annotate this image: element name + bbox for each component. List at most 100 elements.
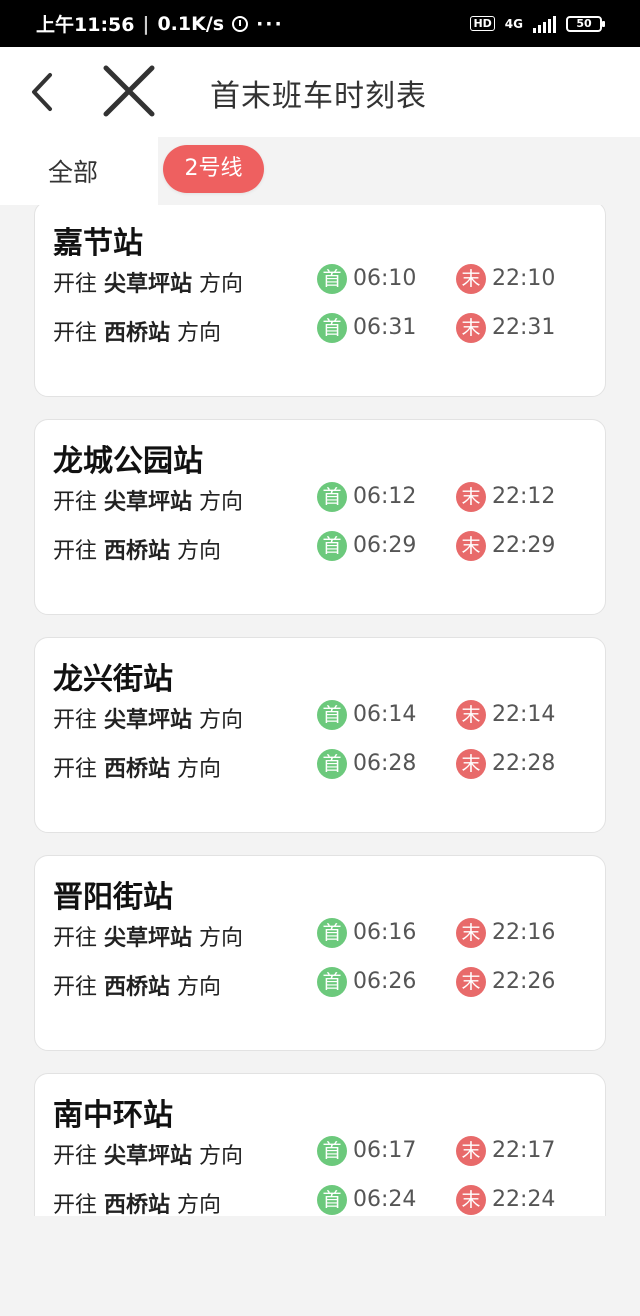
toward-label: 开往 — [53, 539, 98, 564]
direction-label: 方向 — [199, 1144, 244, 1169]
first-train-time: 06:28 — [353, 751, 417, 776]
destination-name: 尖草坪站 — [104, 926, 193, 951]
direction-text: 开往 尖草坪站 方向 — [53, 702, 243, 734]
first-train-time: 06:10 — [353, 266, 417, 291]
last-train-time: 22:10 — [492, 266, 556, 291]
toward-label: 开往 — [53, 757, 98, 782]
first-train-badge: 首 — [317, 531, 347, 561]
toward-label: 开往 — [53, 272, 98, 297]
first-train-time: 06:17 — [353, 1138, 417, 1163]
direction-row: 开往 尖草坪站 方向 首 06:17 末 22:17 — [53, 1136, 593, 1170]
last-train-badge: 末 — [456, 264, 486, 294]
close-icon[interactable] — [100, 62, 158, 120]
station-name: 晋阳街站 — [53, 880, 173, 915]
station-card: 晋阳街站 开往 尖草坪站 方向首 06:16 末 22:16 开往 西桥站 方向首 06:2… — [34, 855, 606, 1051]
more-dots: ··· — [256, 12, 284, 35]
alarm-icon — [232, 15, 249, 32]
direction-text: 开往 尖草坪站 方向 — [53, 484, 243, 516]
first-train-badge: 首 — [317, 1185, 347, 1215]
destination-name: 尖草坪站 — [104, 490, 193, 515]
direction-label: 方向 — [199, 490, 244, 515]
destination-name: 尖草坪站 — [104, 1144, 193, 1169]
direction-row: 开往 尖草坪站 方向 首 06:16 末 22:16 — [53, 918, 593, 952]
destination-name: 西桥站 — [104, 321, 171, 346]
status-time: 上午11:56 — [36, 14, 135, 36]
direction-label: 方向 — [177, 321, 222, 346]
direction-row: 开往 西桥站 方向 首 06:24 末 22:24 — [53, 1185, 593, 1216]
status-divider: | — [142, 12, 150, 35]
back-icon[interactable] — [26, 69, 66, 115]
direction-label: 方向 — [199, 708, 244, 733]
direction-text: 开往 西桥站 方向 — [53, 533, 221, 565]
station-name: 龙城公园站 — [53, 444, 203, 479]
direction-row: 开往 西桥站 方向 首 06:29 末 22:29 — [53, 531, 593, 565]
direction-row: 开往 尖草坪站 方向 首 06:14 末 22:14 — [53, 700, 593, 734]
last-train-badge: 末 — [456, 700, 486, 730]
first-train-badge: 首 — [317, 918, 347, 948]
direction-label: 方向 — [199, 272, 244, 297]
first-train-badge: 首 — [317, 967, 347, 997]
station-name: 南中环站 — [53, 1098, 173, 1133]
direction-row: 开往 西桥站 方向 首 06:31 末 22:31 — [53, 313, 593, 347]
destination-name: 尖草坪站 — [104, 708, 193, 733]
last-train-badge: 末 — [456, 1185, 486, 1215]
first-train-badge: 首 — [317, 264, 347, 294]
last-train-time: 22:12 — [492, 484, 556, 509]
toward-label: 开往 — [53, 975, 98, 1000]
toward-label: 开往 — [53, 1144, 98, 1169]
last-train-badge: 末 — [456, 967, 486, 997]
toward-label: 开往 — [53, 1193, 98, 1216]
tab-line-2[interactable]: 2号线 — [163, 145, 264, 193]
station-card: 龙兴街站 开往 尖草坪站 方向首 06:14 末 22:14 开往 西桥站 方向首 06:2… — [34, 637, 606, 833]
last-train-badge: 末 — [456, 482, 486, 512]
last-train-time: 22:24 — [492, 1187, 556, 1212]
station-name: 嘉节站 — [53, 226, 143, 261]
first-train-time: 06:14 — [353, 702, 417, 727]
last-train-time: 22:16 — [492, 920, 556, 945]
last-train-time: 22:29 — [492, 533, 556, 558]
app-header: 首末班车时刻表 — [0, 47, 640, 137]
destination-name: 西桥站 — [104, 539, 171, 564]
station-card: 南中环站 开往 尖草坪站 方向首 06:17 末 22:17 开往 西桥站 方向首 06:2… — [34, 1073, 606, 1216]
destination-name: 西桥站 — [104, 1193, 171, 1216]
direction-text: 开往 西桥站 方向 — [53, 751, 221, 783]
status-speed: 0.1K/s — [157, 12, 225, 35]
toward-label: 开往 — [53, 926, 98, 951]
toward-label: 开往 — [53, 708, 98, 733]
first-train-badge: 首 — [317, 700, 347, 730]
tab-all[interactable]: 全部 — [48, 153, 98, 189]
first-train-time: 06:16 — [353, 920, 417, 945]
first-train-time: 06:24 — [353, 1187, 417, 1212]
last-train-badge: 末 — [456, 313, 486, 343]
direction-row: 开往 西桥站 方向 首 06:26 末 22:26 — [53, 967, 593, 1001]
direction-row: 开往 尖草坪站 方向 首 06:12 末 22:12 — [53, 482, 593, 516]
network-type: 4G — [504, 16, 523, 31]
last-train-time: 22:17 — [492, 1138, 556, 1163]
last-train-badge: 末 — [456, 918, 486, 948]
first-train-badge: 首 — [317, 482, 347, 512]
station-card: 嘉节站 开往 尖草坪站 方向首 06:10 末 22:10 开往 西桥站 方向首 06:31… — [34, 205, 606, 397]
station-name: 龙兴街站 — [53, 662, 173, 697]
toward-label: 开往 — [53, 321, 98, 346]
last-train-time: 22:28 — [492, 751, 556, 776]
direction-row: 开往 尖草坪站 方向 首 06:10 末 22:10 — [53, 264, 593, 298]
destination-name: 西桥站 — [104, 975, 171, 1000]
first-train-badge: 首 — [317, 1136, 347, 1166]
last-train-badge: 末 — [456, 1136, 486, 1166]
toward-label: 开往 — [53, 490, 98, 515]
direction-text: 开往 尖草坪站 方向 — [53, 266, 243, 298]
direction-text: 开往 西桥站 方向 — [53, 315, 221, 347]
first-train-time: 06:31 — [353, 315, 417, 340]
signal-icon — [533, 15, 556, 33]
direction-row: 开往 西桥站 方向 首 06:28 末 22:28 — [53, 749, 593, 783]
direction-text: 开往 西桥站 方向 — [53, 969, 221, 1001]
last-train-time: 22:31 — [492, 315, 556, 340]
line-tabs: 全部 2号线 — [0, 137, 640, 205]
destination-name: 西桥站 — [104, 757, 171, 782]
direction-label: 方向 — [177, 975, 222, 1000]
first-train-badge: 首 — [317, 749, 347, 779]
bottom-area — [0, 1216, 640, 1316]
direction-label: 方向 — [199, 926, 244, 951]
station-list[interactable]: 嘉节站 开往 尖草坪站 方向首 06:10 末 22:10 开往 西桥站 方向首 06:31… — [0, 205, 640, 1216]
last-train-badge: 末 — [456, 749, 486, 779]
